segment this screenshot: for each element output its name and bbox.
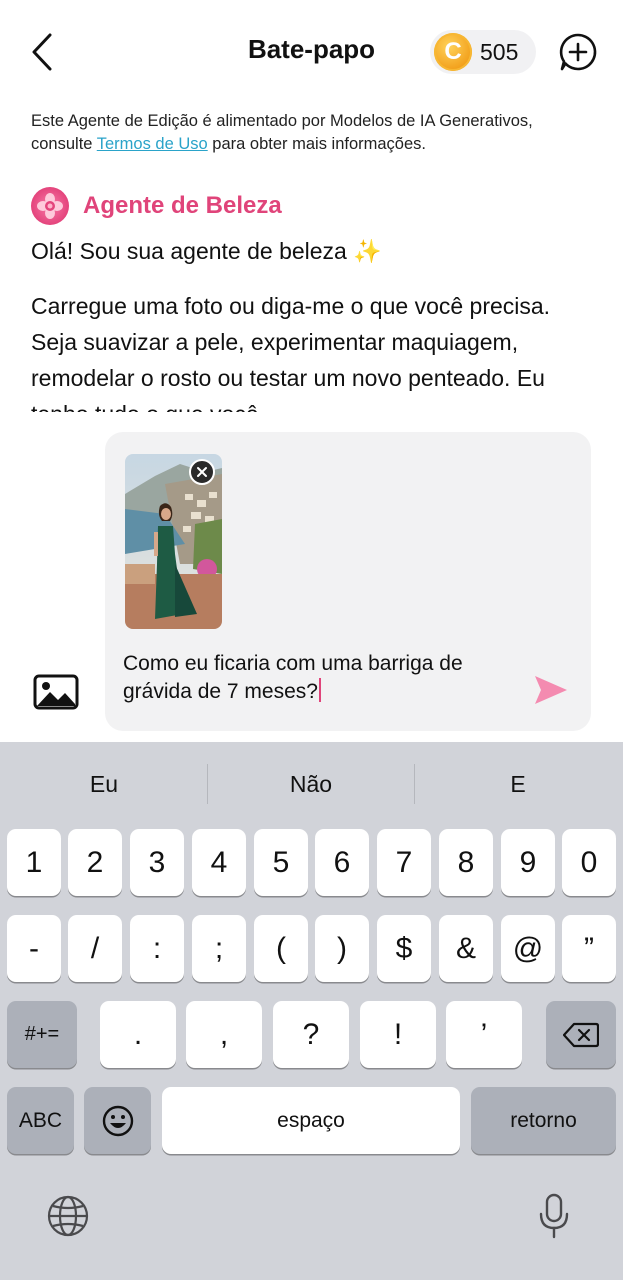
key-colon[interactable]: :	[130, 915, 184, 982]
key-hyphen[interactable]: -	[7, 915, 61, 982]
key-1[interactable]: 1	[7, 829, 61, 896]
space-key[interactable]: espaço	[162, 1087, 460, 1154]
close-icon	[197, 467, 207, 477]
suggestion-3[interactable]: E	[423, 764, 613, 804]
globe-button[interactable]	[46, 1194, 90, 1238]
key-close-paren[interactable]: )	[315, 915, 369, 982]
terms-of-use-link[interactable]: Termos de Uso	[97, 135, 208, 153]
emoji-key[interactable]	[84, 1087, 151, 1154]
disclaimer-suffix: para obter mais informações.	[207, 135, 426, 153]
text-caret	[318, 678, 321, 702]
key-2[interactable]: 2	[68, 829, 122, 896]
key-comma[interactable]: ,	[186, 1001, 262, 1068]
disclaimer-line2: consulte Termos de Uso para obter mais i…	[31, 133, 601, 156]
backspace-icon	[563, 1022, 599, 1047]
key-period[interactable]: .	[100, 1001, 176, 1068]
key-8[interactable]: 8	[439, 829, 493, 896]
suggestion-bar: Eu Não E	[0, 742, 623, 826]
coin-balance[interactable]: C 505	[430, 30, 536, 74]
emoji-icon	[102, 1105, 133, 1136]
prompt-text: Como eu ficaria com uma barriga de grávi…	[123, 652, 463, 703]
header: Bate-papo C 505	[0, 0, 623, 100]
message-composer: Como eu ficaria com uma barriga de grávi…	[105, 432, 591, 731]
key-quote[interactable]: ”	[562, 915, 616, 982]
coin-count: 505	[480, 38, 519, 65]
key-9[interactable]: 9	[501, 829, 555, 896]
key-at[interactable]: @	[501, 915, 555, 982]
new-chat-button[interactable]	[558, 32, 598, 72]
agent-header: Agente de Beleza	[31, 184, 282, 228]
gallery-icon	[33, 674, 79, 710]
key-abc[interactable]: ABC	[7, 1087, 74, 1154]
key-semicolon[interactable]: ;	[192, 915, 246, 982]
key-exclamation[interactable]: !	[360, 1001, 436, 1068]
agent-greeting: Olá! Sou sua agente de beleza ✨	[31, 238, 382, 264]
key-open-paren[interactable]: (	[254, 915, 308, 982]
key-dollar[interactable]: $	[377, 915, 431, 982]
coin-symbol: C	[444, 38, 462, 65]
key-7[interactable]: 7	[377, 829, 431, 896]
send-icon	[535, 676, 567, 704]
backspace-key[interactable]	[546, 1001, 616, 1068]
agent-avatar	[31, 187, 69, 225]
send-button[interactable]	[531, 670, 571, 710]
microphone-icon	[539, 1193, 569, 1239]
back-chevron-icon	[32, 33, 52, 71]
key-4[interactable]: 4	[192, 829, 246, 896]
key-apostrophe[interactable]: ’	[446, 1001, 522, 1068]
ai-disclaimer: Este Agente de Edição é alimentado por M…	[31, 110, 601, 156]
gallery-button[interactable]	[32, 672, 80, 712]
disclaimer-line1: Este Agente de Edição é alimentado por M…	[31, 112, 533, 130]
disclaimer-prefix: consulte	[31, 135, 97, 153]
globe-icon	[47, 1195, 89, 1237]
coin-icon: C	[434, 33, 472, 71]
suggestion-divider	[414, 764, 415, 804]
key-ampersand[interactable]: &	[439, 915, 493, 982]
remove-photo-button[interactable]	[189, 459, 215, 485]
key-6[interactable]: 6	[315, 829, 369, 896]
flower-icon	[37, 193, 63, 219]
keyboard: Eu Não E 1 2 3 4 5 6 7 8 9 0 - / : ; ( )…	[0, 742, 623, 1280]
key-symbols-toggle[interactable]: #+=	[7, 1001, 77, 1068]
key-3[interactable]: 3	[130, 829, 184, 896]
agent-message-body: Carregue uma foto ou diga-me o que você …	[31, 293, 551, 412]
suggestion-2[interactable]: Não	[216, 764, 406, 804]
suggestion-divider	[207, 764, 208, 804]
dictation-button[interactable]	[538, 1192, 570, 1240]
back-button[interactable]	[22, 28, 62, 76]
prompt-input[interactable]: Como eu ficaria com uma barriga de grávi…	[123, 650, 503, 706]
return-key[interactable]: retorno	[471, 1087, 616, 1154]
new-chat-icon	[559, 33, 597, 71]
agent-message: Olá! Sou sua agente de beleza ✨ Carregue…	[31, 234, 601, 412]
agent-name: Agente de Beleza	[83, 192, 282, 219]
key-question[interactable]: ?	[273, 1001, 349, 1068]
key-0[interactable]: 0	[562, 829, 616, 896]
suggestion-1[interactable]: Eu	[9, 764, 199, 804]
key-5[interactable]: 5	[254, 829, 308, 896]
key-slash[interactable]: /	[68, 915, 122, 982]
